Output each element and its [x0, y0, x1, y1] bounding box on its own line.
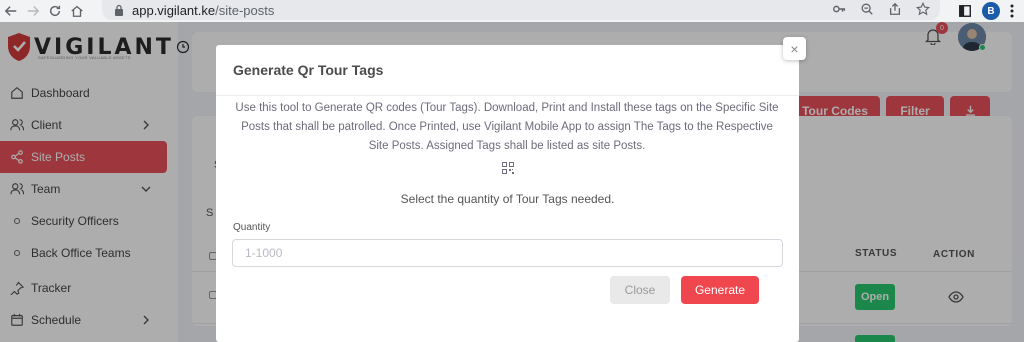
close-button[interactable]: Close [610, 276, 670, 304]
star-icon[interactable] [916, 2, 930, 16]
generate-button[interactable]: Generate [681, 276, 759, 304]
generate-qr-modal: Generate Qr Tour Tags Use this tool to G… [216, 45, 799, 342]
browser-chrome: app.vigilant.ke/site-posts B [0, 0, 1024, 22]
qr-code-icon [502, 162, 514, 174]
quantity-label: Quantity [233, 222, 271, 233]
url-host: app.vigilant.ke [132, 2, 216, 18]
more-menu-icon[interactable] [1010, 4, 1014, 18]
key-icon[interactable] [832, 2, 846, 16]
address-bar[interactable]: app.vigilant.ke/site-posts [102, 0, 940, 20]
lock-icon [115, 4, 123, 16]
divider [216, 95, 799, 96]
zoom-icon[interactable] [860, 2, 874, 16]
reload-icon[interactable] [44, 0, 66, 22]
url-path: /site-posts [215, 2, 275, 18]
close-icon[interactable]: × [783, 37, 806, 60]
home-icon[interactable] [66, 0, 88, 22]
modal-description: Use this tool to Generate QR codes (Tour… [235, 102, 779, 152]
sidepanel-icon[interactable] [958, 4, 972, 18]
modal-title: Generate Qr Tour Tags [233, 62, 384, 78]
share-icon[interactable] [888, 2, 902, 16]
back-arrow-icon[interactable] [0, 0, 22, 22]
quantity-input[interactable] [232, 239, 783, 267]
forward-arrow-icon[interactable] [22, 0, 44, 22]
profile-avatar[interactable]: B [982, 2, 1000, 20]
select-prompt: Select the quantity of Tour Tags needed. [400, 192, 615, 206]
